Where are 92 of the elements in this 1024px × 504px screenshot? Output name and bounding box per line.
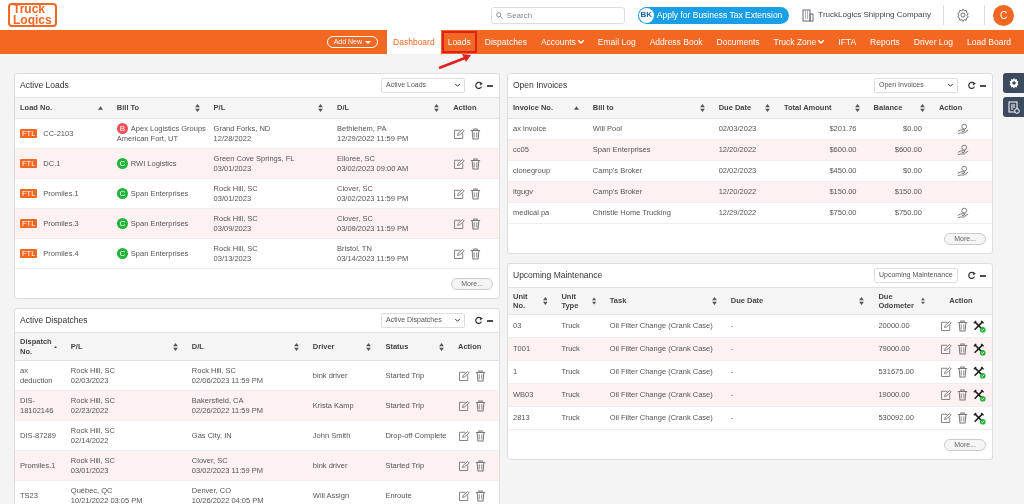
sort-icon[interactable] (434, 104, 440, 112)
trash-icon[interactable] (470, 217, 482, 230)
annotation-arrow (437, 53, 473, 71)
edit-icon[interactable] (453, 217, 466, 230)
trash-icon[interactable] (470, 157, 482, 170)
trash-icon[interactable] (475, 489, 486, 502)
sort-icon[interactable] (439, 342, 444, 351)
customer-badge: B (116, 123, 128, 134)
sort-ascending-icon[interactable] (97, 106, 103, 110)
sort-icon[interactable] (194, 104, 200, 112)
hand-coin-icon[interactable] (956, 207, 969, 219)
edit-icon[interactable] (453, 127, 466, 140)
trash-icon[interactable] (470, 127, 482, 140)
minimize-icon[interactable] (980, 84, 986, 87)
edit-icon[interactable] (458, 429, 470, 442)
customer-badge: C (116, 158, 128, 169)
hand-coin-icon[interactable] (956, 165, 969, 177)
refresh-icon[interactable] (474, 316, 483, 325)
edit-icon[interactable] (458, 489, 470, 502)
tools-check-icon[interactable] (972, 365, 986, 379)
chevron-down-icon (455, 319, 460, 322)
edit-icon[interactable] (453, 247, 466, 260)
minimize-icon[interactable] (487, 84, 493, 87)
sort-icon[interactable] (920, 297, 925, 305)
edit-icon[interactable] (458, 369, 470, 382)
edit-icon[interactable] (939, 343, 952, 355)
company-name[interactable]: TruckLogics Shipping Company (818, 9, 931, 21)
sort-icon[interactable] (591, 297, 596, 305)
sort-icon[interactable] (854, 104, 860, 112)
hand-coin-icon[interactable] (956, 123, 969, 135)
search-field[interactable]: Search (490, 6, 625, 24)
edit-icon[interactable] (939, 320, 952, 332)
refresh-icon[interactable] (474, 81, 483, 90)
chevron-down-icon (577, 40, 584, 44)
customer-badge: C (116, 188, 128, 199)
trash-icon[interactable] (470, 247, 482, 260)
tools-check-icon[interactable] (972, 388, 986, 402)
edit-icon[interactable] (458, 399, 470, 412)
settings-icon[interactable] (956, 8, 970, 22)
trash-icon[interactable] (475, 399, 486, 412)
tools-check-icon[interactable] (972, 319, 986, 333)
panel-title: Active Dispatches (20, 314, 89, 327)
settings-side-button[interactable] (1003, 73, 1024, 93)
trash-icon[interactable] (470, 187, 482, 200)
tools-check-icon[interactable] (972, 411, 986, 425)
edit-icon[interactable] (453, 187, 466, 200)
search-icon (495, 11, 503, 19)
caret-icon (365, 40, 372, 44)
building-icon (802, 8, 815, 22)
sort-icon[interactable] (711, 297, 717, 305)
chevron-down-icon (455, 84, 460, 87)
refresh-icon[interactable] (967, 271, 976, 280)
sort-icon[interactable] (919, 104, 925, 112)
edit-icon[interactable] (939, 389, 952, 401)
panel-title: Active Loads (20, 79, 70, 92)
sort-icon[interactable] (765, 104, 770, 112)
chevron-down-icon (948, 84, 953, 87)
trash-icon[interactable] (475, 459, 486, 472)
tax-extension-button[interactable]: BK Apply for Business Tax Extension (637, 6, 790, 24)
chevron-down-icon (818, 40, 825, 44)
sort-icon[interactable] (542, 297, 548, 305)
refresh-icon[interactable] (967, 81, 976, 90)
sort-icon[interactable] (366, 342, 372, 351)
trash-icon[interactable] (956, 412, 968, 424)
sort-icon[interactable] (172, 342, 178, 351)
panel-title: Open Invoices (513, 79, 569, 92)
logo-badge: BK (638, 7, 654, 23)
edit-icon[interactable] (458, 459, 470, 472)
edit-icon[interactable] (939, 366, 952, 378)
trash-icon[interactable] (956, 389, 968, 401)
edit-icon[interactable] (453, 157, 466, 170)
sort-ascending-icon[interactable] (573, 106, 579, 110)
minimize-icon[interactable] (980, 274, 986, 277)
hand-coin-icon[interactable] (956, 144, 969, 156)
sort-icon[interactable] (318, 104, 323, 112)
tools-check-icon[interactable] (972, 342, 986, 356)
trash-icon[interactable] (475, 429, 486, 442)
customer-badge: C (116, 218, 128, 229)
trash-icon[interactable] (475, 369, 486, 382)
document-clock-icon (1007, 100, 1020, 114)
report-side-button[interactable] (1003, 97, 1024, 117)
sort-icon[interactable] (293, 342, 299, 351)
sort-icon[interactable] (699, 104, 705, 112)
trash-icon[interactable] (956, 320, 968, 332)
customer-badge: C (116, 248, 128, 259)
edit-icon[interactable] (939, 412, 952, 424)
trash-icon[interactable] (956, 366, 968, 378)
settings-icon (1007, 77, 1020, 89)
sort-icon[interactable] (859, 297, 865, 305)
minimize-icon[interactable] (487, 319, 493, 322)
trash-icon[interactable] (956, 343, 968, 355)
panel-title: Upcoming Maintenance (513, 269, 604, 282)
